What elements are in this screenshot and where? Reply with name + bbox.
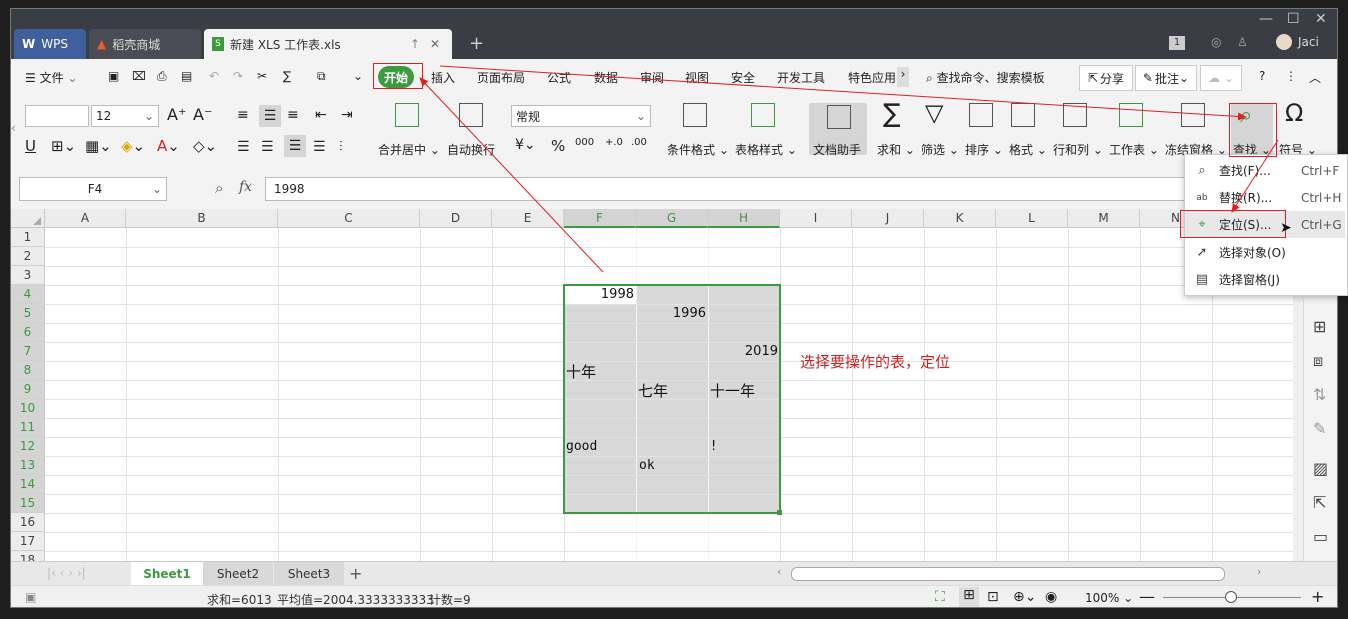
arrow-to-kaishi [419,77,604,273]
annotation-arrows [419,65,1279,273]
arrow-to-locate [1231,139,1279,213]
arrow-to-find [439,65,1247,121]
